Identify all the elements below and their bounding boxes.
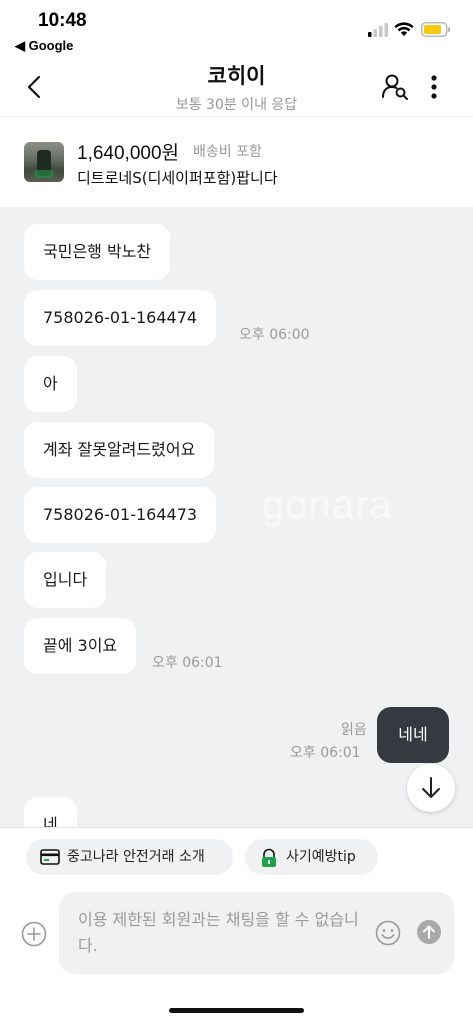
product-title: 디트로네S(디세이퍼포함)팝니다 — [77, 169, 278, 187]
input-disabled-notice: 이용 제한된 회원과는 채팅을 할 수 없습니다. — [78, 910, 359, 955]
received-message: 입니다 — [24, 552, 107, 608]
home-indicator — [169, 1008, 304, 1013]
battery-icon — [421, 22, 450, 37]
attach-plus-icon[interactable] — [21, 921, 47, 947]
arrow-down-icon — [422, 777, 440, 798]
message-time: 오후 06:00 — [239, 327, 310, 343]
more-options-icon[interactable] — [424, 72, 444, 102]
chip-label: 사기예방tip — [286, 849, 356, 865]
received-message: 계좌 잘못알려드렸어요 — [24, 422, 215, 478]
received-message: 아 — [24, 356, 77, 412]
lock-icon — [262, 848, 276, 867]
shipping-label: 배송비 포함 — [193, 144, 262, 160]
received-message: 758026-01-164474 — [24, 290, 217, 346]
signal-icon — [368, 23, 388, 37]
status-bar: 10:48 ◀ Google — [0, 0, 473, 58]
bike-wheel-shape — [34, 170, 54, 178]
read-receipt: 읽음 — [341, 722, 367, 738]
product-price: 1,640,000원 — [77, 143, 180, 164]
received-message: 국민은행 박노찬 — [24, 224, 171, 280]
product-summary[interactable]: 1,640,000원 배송비 포함 디트로네S(디세이퍼포함)팝니다 — [0, 116, 473, 208]
received-message: 네 — [24, 797, 77, 827]
chat-header: 코히이 보통 30분 이내 응답 — [0, 58, 473, 116]
sent-message: 네네 — [377, 707, 449, 763]
profile-search-icon[interactable] — [381, 73, 409, 101]
wifi-icon — [394, 22, 414, 36]
message-time: 오후 06:01 — [152, 655, 223, 671]
scroll-to-bottom-button[interactable] — [407, 764, 455, 812]
emoji-icon[interactable] — [375, 920, 401, 946]
status-time: 10:48 — [38, 10, 87, 31]
message-time: 오후 06:01 — [290, 745, 361, 761]
chat-footer: 중고나라 안전거래 소개 사기예방tip 이용 제한된 회원과는 채팅을 할 수… — [0, 827, 473, 1025]
card-icon — [40, 849, 60, 865]
send-icon[interactable] — [417, 920, 441, 944]
watermark: gonara — [262, 483, 393, 527]
received-message: 끝에 3이요 — [24, 618, 137, 674]
chat-messages[interactable]: gonara 국민은행 박노찬 758026-01-164474 오후 06:0… — [0, 207, 473, 827]
fraud-prevention-tip-chip[interactable]: 사기예방tip — [245, 839, 378, 875]
message-input[interactable]: 이용 제한된 회원과는 채팅을 할 수 없습니다. — [59, 892, 454, 974]
product-thumbnail — [24, 142, 64, 182]
back-to-app-link[interactable]: ◀ Google — [15, 38, 73, 54]
received-message: 758026-01-164473 — [24, 487, 217, 543]
safe-trade-guide-chip[interactable]: 중고나라 안전거래 소개 — [26, 839, 233, 875]
chip-label: 중고나라 안전거래 소개 — [67, 849, 205, 865]
